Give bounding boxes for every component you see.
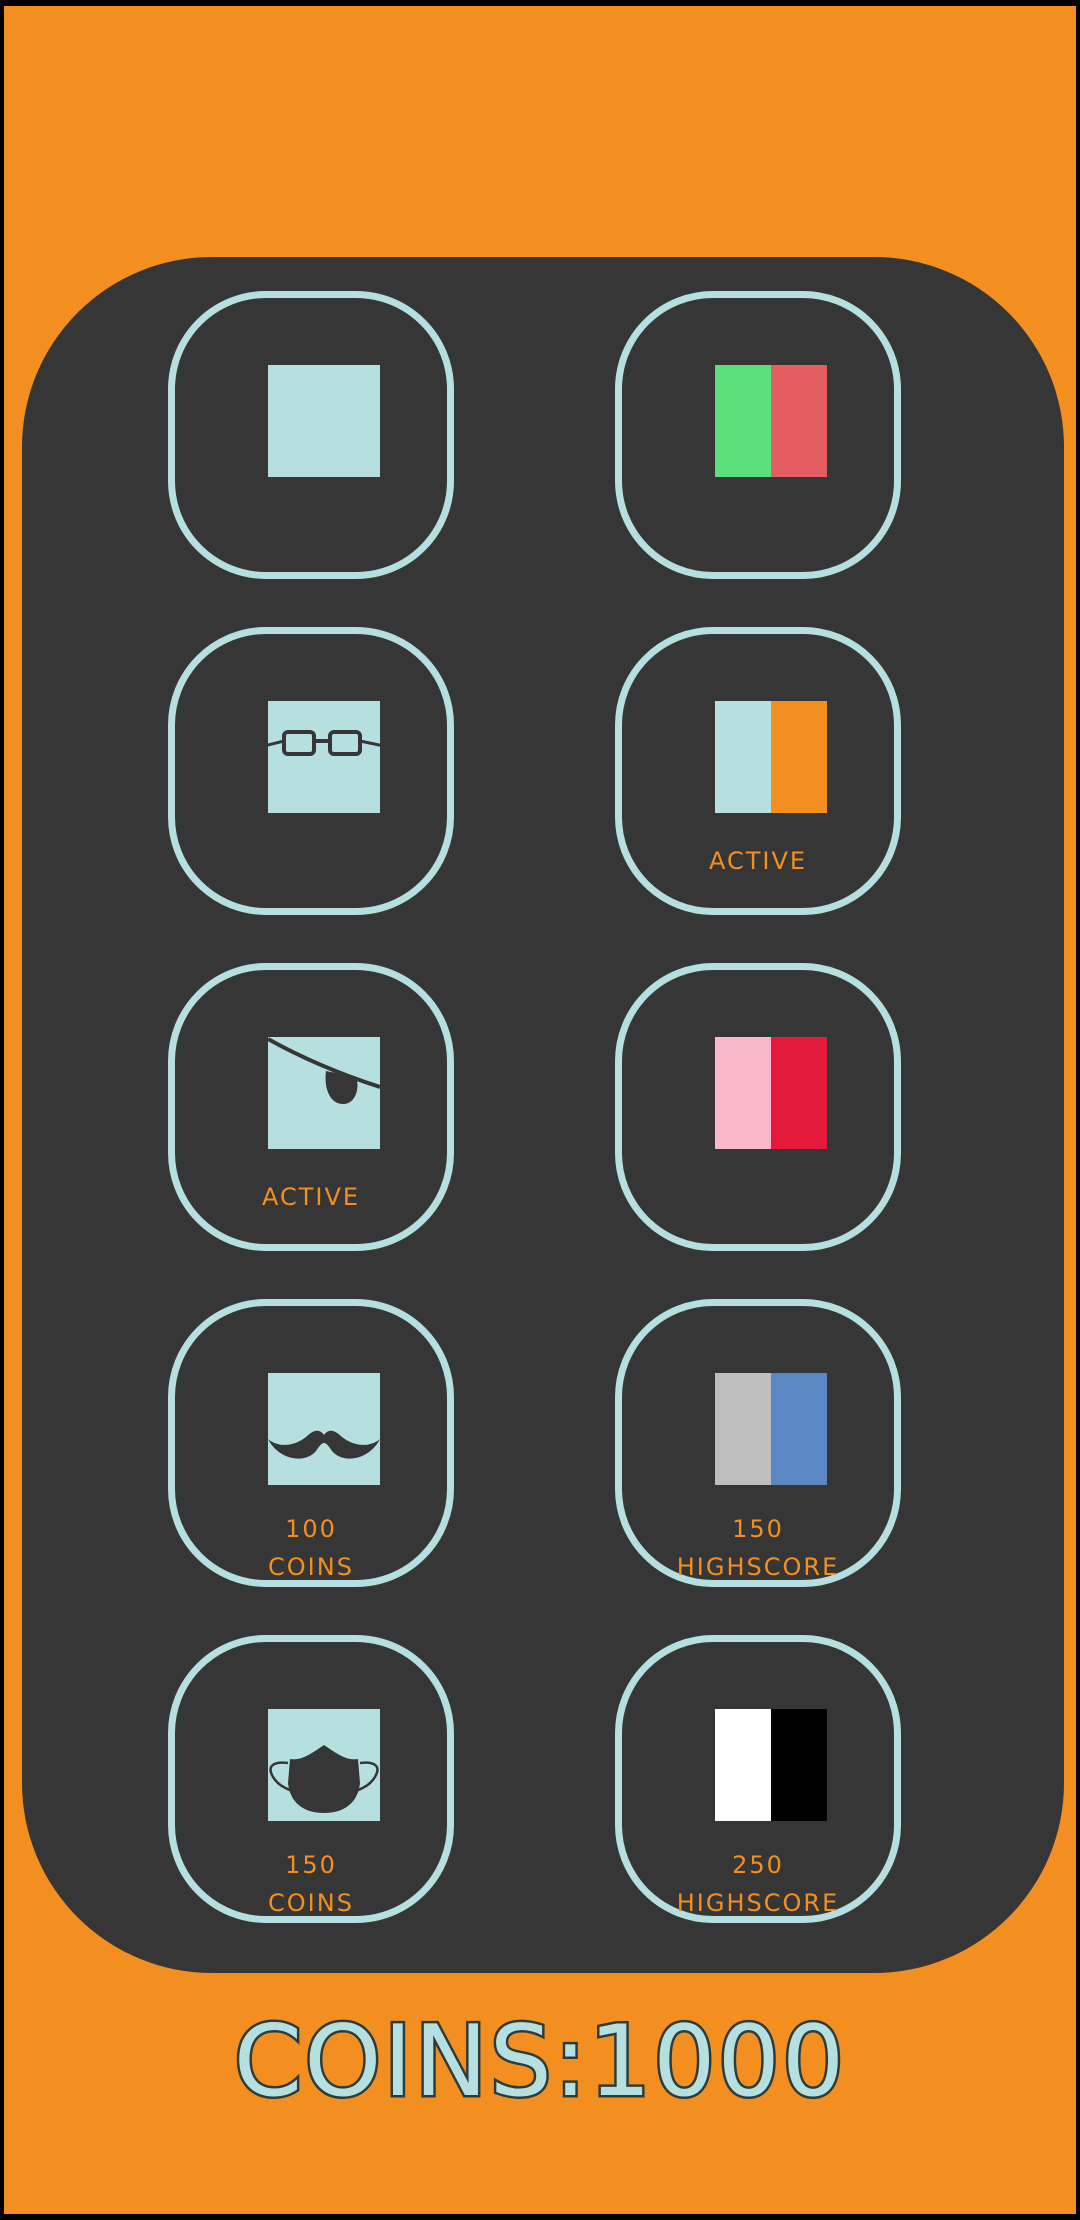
item-tile[interactable] <box>615 963 901 1251</box>
swatch-right-color <box>771 1037 827 1149</box>
coins-counter: COINS:1000 <box>231 2003 847 2122</box>
price-label: 100 COINS <box>175 1510 447 1586</box>
price-value: 250 <box>732 1851 784 1879</box>
swatch-right-color <box>771 701 827 813</box>
green-red-swatch-icon <box>715 365 827 477</box>
price-label: 150 HIGHSCORE <box>622 1510 894 1586</box>
swatch-left-color <box>715 701 771 813</box>
teal-orange-swatch-icon <box>715 701 827 813</box>
swatch-right-color <box>771 1709 827 1821</box>
item-tile[interactable]: ACTIVE <box>615 627 901 915</box>
item-tile[interactable]: 150 COINS <box>168 1635 454 1923</box>
price-unit: HIGHSCORE <box>676 1889 840 1917</box>
swatch-left-color <box>715 365 771 477</box>
pink-red-swatch-icon <box>715 1037 827 1149</box>
swatch-left-color <box>715 1037 771 1149</box>
price-label: 150 COINS <box>175 1846 447 1922</box>
item-tile[interactable] <box>168 291 454 579</box>
status-text: ACTIVE <box>708 847 808 875</box>
glasses-face-icon <box>268 701 380 813</box>
gray-blue-swatch-icon <box>715 1373 827 1485</box>
plain-face-icon <box>268 365 380 477</box>
item-tile[interactable] <box>168 627 454 915</box>
swatch-left-color <box>715 1373 771 1485</box>
item-tile[interactable]: ACTIVE <box>168 963 454 1251</box>
item-tile[interactable]: 150 HIGHSCORE <box>615 1299 901 1587</box>
status-text: ACTIVE <box>261 1183 361 1211</box>
eyepatch-face-icon <box>268 1037 380 1149</box>
swatch-right-color <box>771 365 827 477</box>
status-label: ACTIVE <box>622 842 894 880</box>
status-label: ACTIVE <box>175 1178 447 1216</box>
item-tile[interactable]: 250 HIGHSCORE <box>615 1635 901 1923</box>
price-value: 100 <box>285 1515 337 1543</box>
item-tile[interactable]: 100 COINS <box>168 1299 454 1587</box>
price-value: 150 <box>732 1515 784 1543</box>
price-unit: COINS <box>268 1889 354 1917</box>
mustache-face-icon <box>268 1373 380 1485</box>
price-value: 150 <box>285 1851 337 1879</box>
price-label: 250 HIGHSCORE <box>622 1846 894 1922</box>
white-black-swatch-icon <box>715 1709 827 1821</box>
item-tile[interactable] <box>615 291 901 579</box>
price-unit: COINS <box>268 1553 354 1581</box>
price-unit: HIGHSCORE <box>676 1553 840 1581</box>
mask-face-icon <box>268 1709 380 1821</box>
swatch-left-color <box>715 1709 771 1821</box>
swatch-right-color <box>771 1373 827 1485</box>
shop-screen <box>4 6 1076 2214</box>
